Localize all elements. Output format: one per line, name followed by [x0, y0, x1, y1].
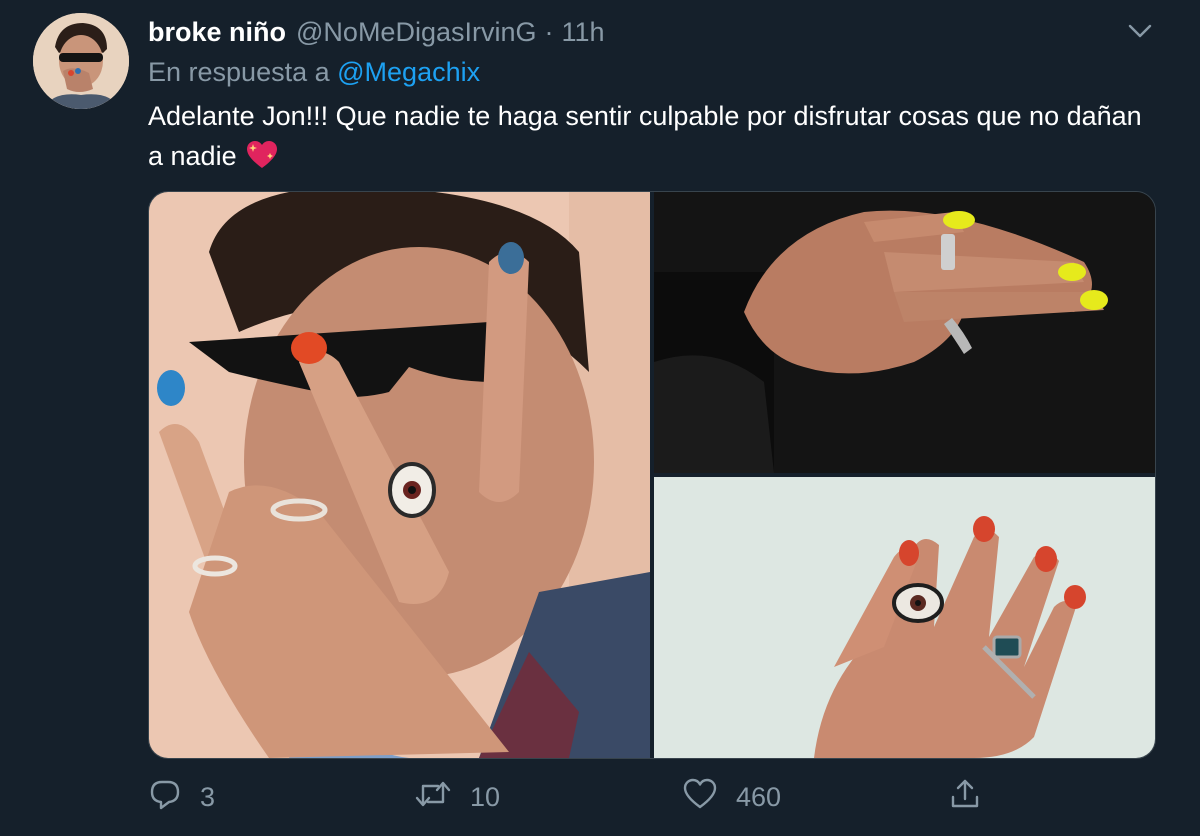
like-button[interactable]: 460 — [682, 774, 781, 820]
avatar[interactable] — [33, 13, 129, 109]
timestamp[interactable]: 11h — [561, 17, 604, 48]
like-count: 460 — [736, 781, 782, 812]
reply-icon — [148, 777, 182, 818]
display-name[interactable]: broke niño — [148, 17, 286, 48]
heart-icon — [682, 777, 718, 818]
reply-button[interactable]: 3 — [148, 774, 215, 820]
retweet-button[interactable]: 10 — [414, 774, 500, 820]
chevron-down-icon[interactable] — [1124, 18, 1156, 44]
photo-hand-eye-ring[interactable] — [654, 477, 1155, 758]
reply-prefix: En respuesta a — [148, 57, 330, 87]
sparkling-heart-emoji — [245, 139, 279, 182]
tweet-text: Adelante Jon!!! Que nadie te haga sentir… — [148, 96, 1158, 182]
separator-dot: · — [544, 16, 554, 47]
share-icon — [948, 777, 982, 818]
reply-mention-link[interactable]: @Megachix — [337, 57, 480, 87]
tweet-actions: 3 10 460 — [148, 774, 1158, 820]
retweet-icon — [414, 777, 452, 818]
photo-person-sunglasses[interactable] — [149, 192, 650, 758]
user-handle[interactable]: @NoMeDigasIrvinG — [296, 17, 536, 48]
reply-count: 3 — [200, 781, 216, 812]
share-button[interactable] — [948, 774, 982, 820]
photo-hand-yellow-nails[interactable] — [654, 192, 1155, 473]
retweet-count: 10 — [470, 781, 501, 812]
reply-context: En respuesta a @Megachix — [148, 57, 480, 88]
tweet[interactable]: broke niño @NoMeDigasIrvinG · 11h En res… — [0, 0, 1200, 836]
tweet-body: Adelante Jon!!! Que nadie te haga sentir… — [148, 101, 1142, 171]
media-grid — [148, 191, 1156, 759]
tweet-header: broke niño @NoMeDigasIrvinG · 11h — [148, 14, 605, 50]
